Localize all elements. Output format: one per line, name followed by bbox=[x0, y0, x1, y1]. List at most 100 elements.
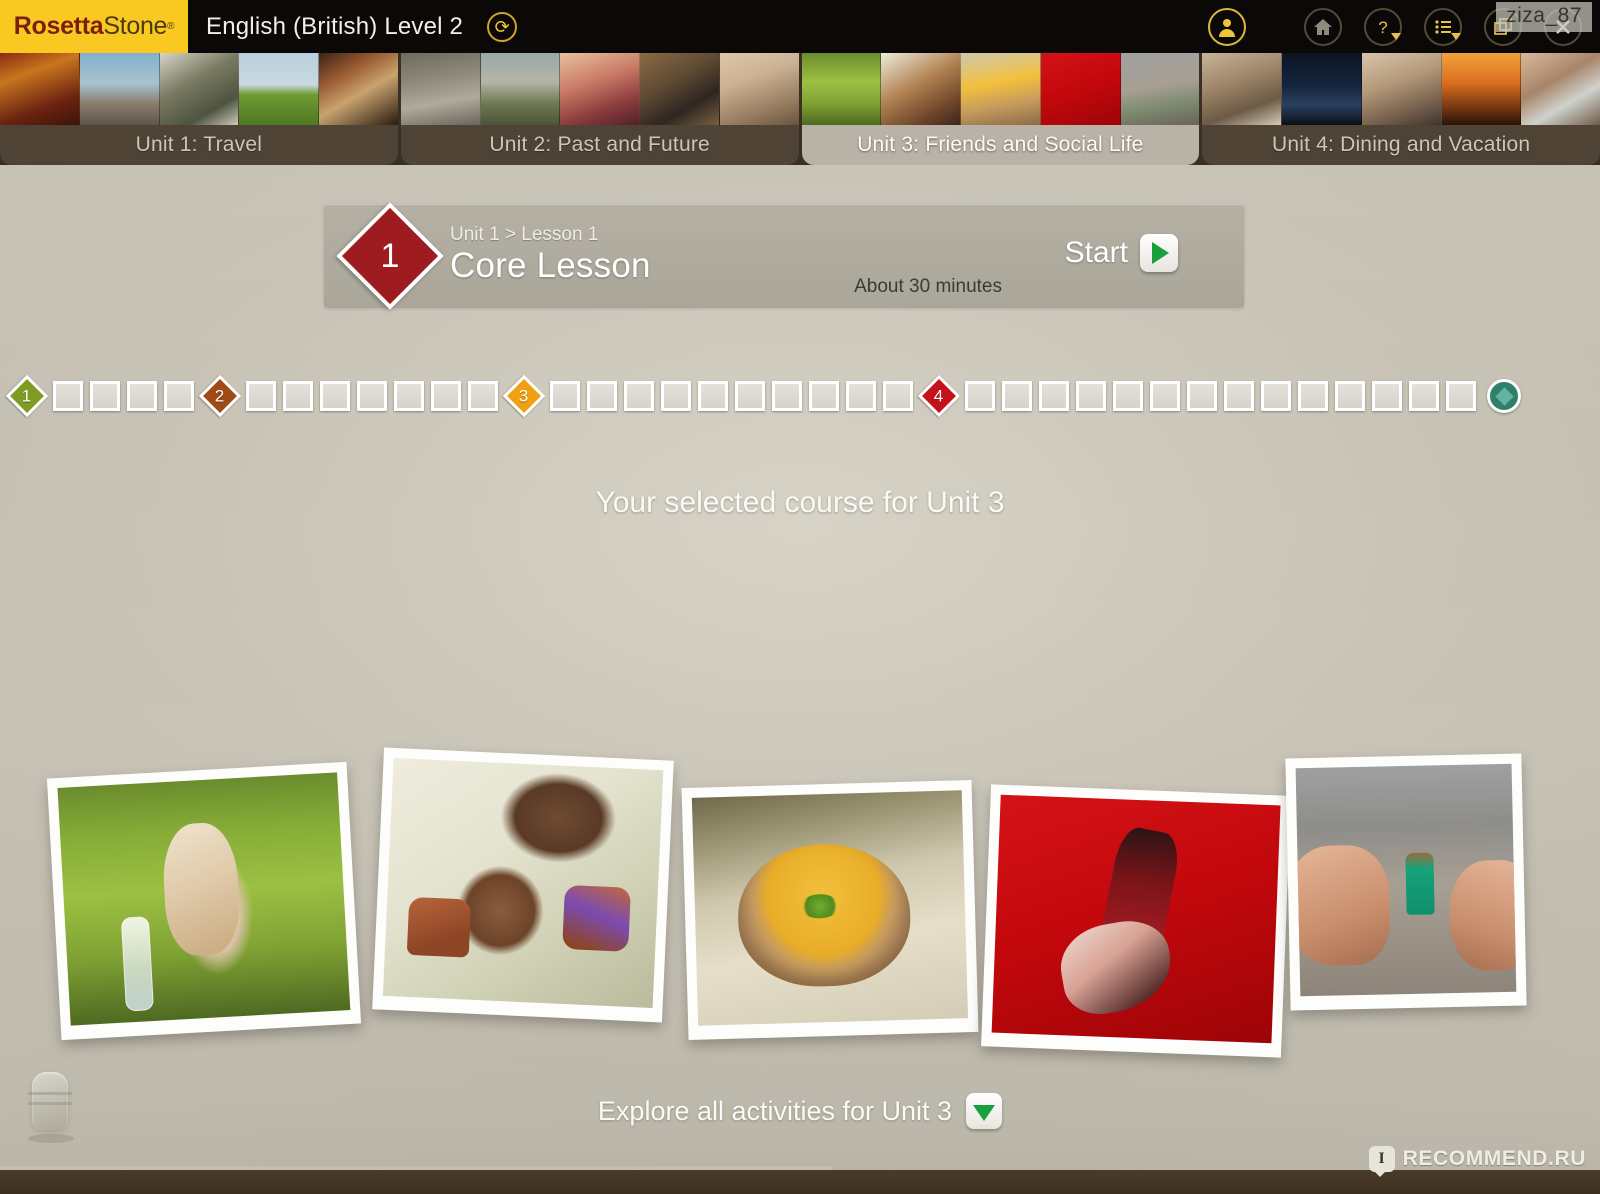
site-watermark: I RECOMMEND.RU bbox=[1368, 1146, 1586, 1177]
play-icon[interactable] bbox=[1140, 234, 1178, 272]
complete-diamond-glyph bbox=[1494, 386, 1514, 406]
progress-milestone-2[interactable]: 2 bbox=[198, 374, 242, 418]
unit-4-thumbnails bbox=[1202, 53, 1600, 125]
unit-tab-2-label: Unit 2: Past and Future bbox=[489, 133, 710, 156]
progress-step-square[interactable] bbox=[1150, 381, 1180, 411]
progress-milestone-label: 3 bbox=[519, 386, 529, 406]
progress-step-square[interactable] bbox=[698, 381, 728, 411]
home-icon[interactable] bbox=[1304, 7, 1342, 46]
thumb-two-women-selfie bbox=[560, 53, 640, 125]
progress-step-square[interactable] bbox=[883, 381, 913, 411]
progress-step-square[interactable] bbox=[846, 381, 876, 411]
photo-soup-image bbox=[691, 790, 969, 1026]
thumb-camera-hands bbox=[1521, 53, 1600, 125]
core-lesson-panel[interactable]: 1 Unit 1 > Lesson 1 Core Lesson About 30… bbox=[324, 202, 1244, 310]
progress-milestone-label: 4 bbox=[934, 386, 944, 406]
photo-balcony-greeting[interactable] bbox=[1285, 753, 1527, 1011]
progress-step-square[interactable] bbox=[1076, 381, 1106, 411]
progress-step-square[interactable] bbox=[320, 381, 350, 411]
progress-step-square[interactable] bbox=[550, 381, 580, 411]
lesson-number-badge: 1 bbox=[336, 202, 444, 310]
thumb-balcony-greeting bbox=[1120, 53, 1200, 125]
progress-step-square[interactable] bbox=[394, 381, 424, 411]
progress-step-square[interactable] bbox=[431, 381, 461, 411]
menu-list-icon[interactable] bbox=[1424, 7, 1462, 46]
thumb-sunset-cyclist bbox=[1441, 53, 1522, 125]
progress-step-square[interactable] bbox=[1224, 381, 1254, 411]
unit-3-thumbnails bbox=[801, 53, 1200, 125]
thumb-boy-painted-hands bbox=[881, 53, 961, 125]
thumb-theatre-interior bbox=[0, 53, 80, 125]
unit-tab-3[interactable]: Unit 3: Friends and Social Life bbox=[801, 53, 1200, 165]
progress-step-square[interactable] bbox=[1335, 381, 1365, 411]
chevron-down-triangle bbox=[973, 1104, 996, 1121]
help-icon[interactable]: ? bbox=[1364, 7, 1402, 46]
page-title: Core Lesson bbox=[450, 246, 651, 285]
thumb-elderly-man bbox=[159, 53, 240, 125]
progress-step-square[interactable] bbox=[1187, 381, 1217, 411]
progress-milestone-3[interactable]: 3 bbox=[502, 374, 546, 418]
chevron-down-icon bbox=[1391, 32, 1401, 40]
unit-tab-3-label: Unit 3: Friends and Social Life bbox=[857, 133, 1144, 156]
progress-step-square[interactable] bbox=[809, 381, 839, 411]
photo-hands-image bbox=[382, 758, 664, 1009]
start-button[interactable]: Start bbox=[1065, 234, 1178, 272]
thumb-dog-with-bottle bbox=[801, 53, 882, 125]
thumb-hands-cards bbox=[319, 53, 398, 125]
progress-step-square[interactable] bbox=[1298, 381, 1328, 411]
photo-boy-painted-hands[interactable] bbox=[372, 747, 674, 1023]
progress-milestone-1[interactable]: 1 bbox=[5, 374, 49, 418]
progress-step-square[interactable] bbox=[127, 381, 157, 411]
unit-tab-2[interactable]: Unit 2: Past and Future bbox=[400, 53, 799, 165]
progress-step-square[interactable] bbox=[735, 381, 765, 411]
course-title: English (British) Level 2 bbox=[206, 12, 464, 40]
thumb-man-at-table bbox=[1202, 53, 1282, 125]
progress-step-square[interactable] bbox=[1002, 381, 1032, 411]
progress-step-square[interactable] bbox=[1039, 381, 1069, 411]
photo-soup-bowl[interactable] bbox=[681, 780, 979, 1040]
progress-step-square[interactable] bbox=[772, 381, 802, 411]
explore-activities-label: Explore all activities for Unit 3 bbox=[597, 1095, 953, 1126]
progress-step-square[interactable] bbox=[587, 381, 617, 411]
lesson-number: 1 bbox=[380, 236, 400, 275]
photo-dog-with-bottle[interactable] bbox=[46, 761, 362, 1041]
progress-milestone-4[interactable]: 4 bbox=[917, 374, 961, 418]
course-complete-icon[interactable] bbox=[1487, 379, 1521, 413]
progress-milestone-label: 1 bbox=[22, 386, 32, 406]
progress-step-square[interactable] bbox=[357, 381, 387, 411]
unit-tab-1[interactable]: Unit 1: Travel bbox=[0, 53, 398, 165]
photo-dog-image bbox=[57, 772, 351, 1026]
explore-activities-row[interactable]: Explore all activities for Unit 3 bbox=[0, 1093, 1600, 1129]
progress-step-square[interactable] bbox=[661, 381, 691, 411]
progress-step-square[interactable] bbox=[283, 381, 313, 411]
progress-step-square[interactable] bbox=[90, 381, 120, 411]
progress-step-square[interactable] bbox=[1446, 381, 1476, 411]
chevron-down-icon[interactable] bbox=[966, 1093, 1003, 1129]
progress-step-square[interactable] bbox=[468, 381, 498, 411]
unit-tabs: Unit 1: Travel Unit 2: Past and Future U… bbox=[0, 53, 1600, 165]
progress-step-square[interactable] bbox=[1372, 381, 1402, 411]
progress-step-square[interactable] bbox=[246, 381, 276, 411]
progress-step-square[interactable] bbox=[1409, 381, 1439, 411]
progress-step-square[interactable] bbox=[164, 381, 194, 411]
progress-step-square[interactable] bbox=[965, 381, 995, 411]
play-triangle bbox=[1152, 242, 1169, 264]
thumb-city-rooftop bbox=[480, 53, 561, 125]
progress-step-square[interactable] bbox=[1261, 381, 1291, 411]
unit-photo-collage bbox=[0, 740, 1600, 1070]
progress-step-square[interactable] bbox=[624, 381, 654, 411]
svg-text:?: ? bbox=[1378, 18, 1387, 37]
selected-course-heading: Your selected course for Unit 3 bbox=[595, 486, 1005, 519]
refresh-icon[interactable]: ⟳ bbox=[487, 11, 518, 42]
progress-track: 1 2 3 4 bbox=[5, 374, 1592, 418]
progress-step-square[interactable] bbox=[53, 381, 83, 411]
unit-tab-4[interactable]: Unit 4: Dining and Vacation bbox=[1202, 53, 1600, 165]
microphone-shadow bbox=[28, 1134, 74, 1143]
thumb-wrist-watch bbox=[719, 53, 799, 125]
unit-tab-4-label: Unit 4: Dining and Vacation bbox=[1271, 133, 1531, 156]
progress-step-square[interactable] bbox=[1113, 381, 1143, 411]
user-profile-icon[interactable] bbox=[1208, 7, 1246, 46]
unit-2-thumbnails bbox=[400, 53, 799, 125]
photo-flamenco-dancer[interactable] bbox=[981, 784, 1291, 1058]
thumb-field-walker bbox=[239, 53, 319, 125]
